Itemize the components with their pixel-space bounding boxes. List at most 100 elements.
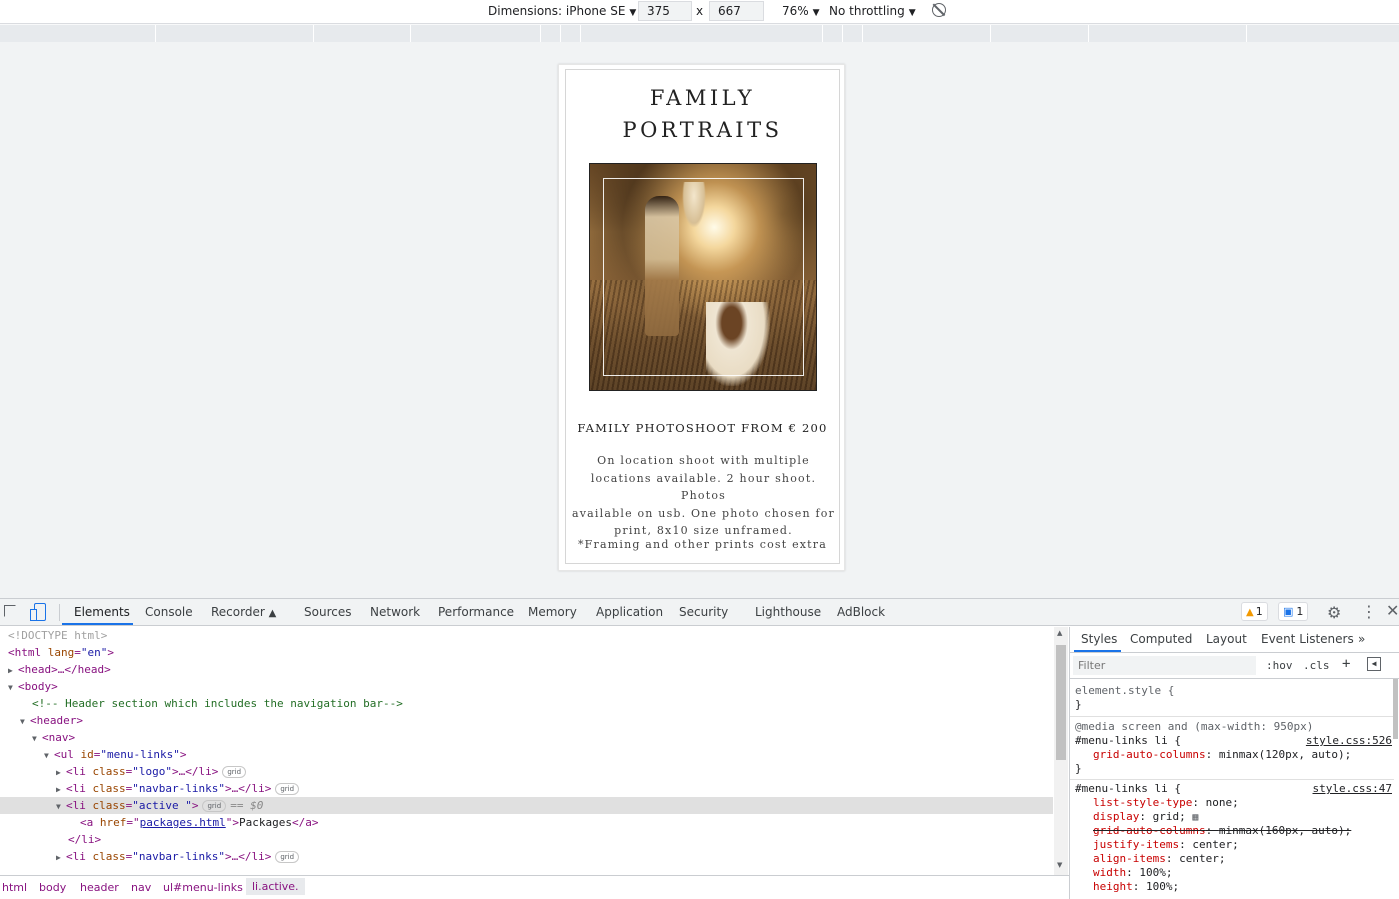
breadcrumb-item[interactable]: nav <box>131 881 151 894</box>
rotate-icon[interactable] <box>932 3 946 17</box>
messages-badge[interactable]: 1 <box>1278 602 1309 621</box>
expand-arrow-icon[interactable]: ▶ <box>56 781 66 798</box>
tab-event-listeners[interactable]: Event Listeners <box>1261 632 1354 646</box>
tab-console[interactable]: Console <box>145 605 193 619</box>
tab-styles[interactable]: Styles <box>1081 632 1117 646</box>
filter-input[interactable]: Filter <box>1073 656 1256 675</box>
tab-memory[interactable]: Memory <box>528 605 577 619</box>
close-icon[interactable]: ✕ <box>1386 601 1399 620</box>
tab-computed[interactable]: Computed <box>1130 632 1192 646</box>
rule-selector[interactable]: #menu-links li {style.css:47 <box>1070 782 1394 796</box>
warnings-badge[interactable]: 1 <box>1241 602 1268 621</box>
sidebar-toggle-icon[interactable]: ◀ <box>1367 657 1381 671</box>
css-declaration[interactable]: display: grid; ▦ <box>1070 810 1394 824</box>
grid-badge[interactable]: grid <box>202 800 227 812</box>
inspect-element-icon[interactable] <box>4 605 16 617</box>
rule-selector[interactable]: #menu-links li {style.css:526 <box>1070 734 1394 748</box>
collapse-arrow-icon[interactable]: ▼ <box>32 730 42 747</box>
more-options-icon[interactable]: ⋮ <box>1361 602 1377 621</box>
dom-node[interactable]: ▶ <li class="navbar-links">…</li> grid <box>0 848 1053 865</box>
grid-editor-icon[interactable]: ▦ <box>1192 812 1198 823</box>
source-link[interactable]: style.css:47 <box>1313 782 1392 796</box>
dom-node[interactable]: <!-- Header section which includes the n… <box>0 695 1053 712</box>
rule-close: } <box>1075 762 1082 775</box>
grid-badge[interactable]: grid <box>275 783 300 795</box>
css-declaration[interactable]: width: 100%; <box>1070 866 1394 880</box>
dom-node[interactable]: <html lang="en"> <box>0 644 1053 661</box>
devtools-tabbar: Elements Console Recorder ▲ Sources Netw… <box>0 599 1399 626</box>
new-rule-icon[interactable]: + <box>1342 656 1350 672</box>
collapse-arrow-icon[interactable]: ▼ <box>8 679 18 696</box>
flask-icon: ▲ <box>268 608 277 619</box>
media-query-bar[interactable] <box>0 25 1399 42</box>
source-link[interactable]: style.css:526 <box>1306 734 1392 748</box>
tab-sources[interactable]: Sources <box>304 605 351 619</box>
device-toolbar-toggle-icon[interactable] <box>30 603 46 621</box>
dom-node[interactable]: ▼ <body> <box>0 678 1053 695</box>
throttling-select[interactable]: No throttling ▼ <box>829 4 916 18</box>
grid-badge[interactable]: grid <box>222 766 247 778</box>
height-input[interactable]: 667 <box>709 1 764 21</box>
expand-arrow-icon[interactable]: ▶ <box>8 662 18 679</box>
href-link[interactable]: packages.html <box>140 816 226 829</box>
scroll-up-icon[interactable]: ▲ <box>1057 629 1062 637</box>
title-line: FAMILY <box>649 86 756 110</box>
breadcrumb-item[interactable]: ul#menu-links <box>163 881 243 894</box>
collapse-arrow-icon[interactable]: ▼ <box>56 798 66 815</box>
styles-scrollbar[interactable] <box>1392 679 1399 899</box>
emulated-page: FAMILY PORTRAITS FAMILY PHOTOSHOOT FROM … <box>558 64 845 571</box>
css-declaration[interactable]: list-style-type: none; <box>1070 796 1394 810</box>
grid-badge[interactable]: grid <box>275 851 300 863</box>
tab-recorder[interactable]: Recorder ▲ <box>211 605 276 619</box>
settings-gear-icon[interactable]: ⚙ <box>1327 603 1341 622</box>
css-declaration[interactable]: align-items: center; <box>1070 852 1394 866</box>
scroll-down-icon[interactable]: ▼ <box>1057 861 1062 869</box>
expand-arrow-icon[interactable]: ▶ <box>56 849 66 866</box>
tab-performance[interactable]: Performance <box>438 605 514 619</box>
dom-node[interactable]: ▼ <ul id="menu-links"> <box>0 746 1053 763</box>
dom-node[interactable]: ▼ <nav> <box>0 729 1053 746</box>
more-tabs-icon[interactable]: » <box>1358 632 1365 646</box>
dimension-separator: x <box>696 4 704 18</box>
collapse-arrow-icon[interactable]: ▼ <box>44 747 54 764</box>
hov-toggle[interactable]: :hov <box>1266 659 1293 672</box>
device-select[interactable]: Dimensions: iPhone SE ▼ <box>488 4 636 18</box>
tab-lighthouse[interactable]: Lighthouse <box>755 605 821 619</box>
rule-media-menu-links: @media screen and (max-width: 950px) #me… <box>1070 720 1394 776</box>
css-declaration[interactable]: justify-items: center; <box>1070 838 1394 852</box>
css-declaration[interactable]: grid-auto-columns: minmax(120px, auto); <box>1070 748 1394 762</box>
dom-tree: <!DOCTYPE html> <html lang="en"> ▶ <head>… <box>0 627 1053 875</box>
photo-inner-frame <box>603 178 804 376</box>
expand-arrow-icon[interactable]: ▶ <box>56 764 66 781</box>
dom-node[interactable]: ▶ <head>…</head> <box>0 661 1053 678</box>
css-declaration[interactable]: height: 100%; <box>1070 880 1394 894</box>
zoom-select[interactable]: 76% ▼ <box>782 4 820 18</box>
rule-menu-links: #menu-links li {style.css:47 list-style-… <box>1070 782 1394 894</box>
tab-security[interactable]: Security <box>679 605 728 619</box>
tab-elements[interactable]: Elements <box>74 605 130 619</box>
dom-scrollbar[interactable]: ▲ ▼ <box>1054 627 1068 875</box>
package-price-heading: FAMILY PHOTOSHOOT FROM € 200 <box>577 421 828 435</box>
tab-layout[interactable]: Layout <box>1206 632 1247 646</box>
dom-node[interactable]: <a href="packages.html">Packages</a> <box>0 814 1053 831</box>
width-input[interactable]: 375 <box>638 1 692 21</box>
css-declaration-overridden[interactable]: grid-auto-columns: minmax(160px, auto); <box>1070 824 1394 838</box>
tab-adblock[interactable]: AdBlock <box>837 605 885 619</box>
dom-node[interactable]: ▶ <li class="navbar-links">…</li> grid <box>0 780 1053 797</box>
breadcrumb-item-active[interactable]: li.active. <box>246 878 305 895</box>
dom-node-selected[interactable]: ▼ <li class="active "> grid == $0 <box>0 797 1053 814</box>
chevron-down-icon: ▼ <box>812 8 820 18</box>
breadcrumb-item[interactable]: body <box>39 881 66 894</box>
dom-node[interactable]: </li> <box>0 831 1053 848</box>
breadcrumb-item[interactable]: html <box>2 881 27 894</box>
dom-node[interactable]: ▼ <header> <box>0 712 1053 729</box>
dom-node[interactable]: ▶ <li class="logo">…</li> grid <box>0 763 1053 780</box>
card-title: FAMILY PORTRAITS <box>566 82 839 146</box>
tab-application[interactable]: Application <box>596 605 663 619</box>
cls-toggle[interactable]: .cls <box>1303 659 1330 672</box>
breadcrumb-item[interactable]: header <box>80 881 119 894</box>
collapse-arrow-icon[interactable]: ▼ <box>20 713 30 730</box>
dom-node[interactable]: <!DOCTYPE html> <box>0 627 1053 644</box>
rule-selector[interactable]: element.style { <box>1070 684 1394 698</box>
tab-network[interactable]: Network <box>370 605 420 619</box>
